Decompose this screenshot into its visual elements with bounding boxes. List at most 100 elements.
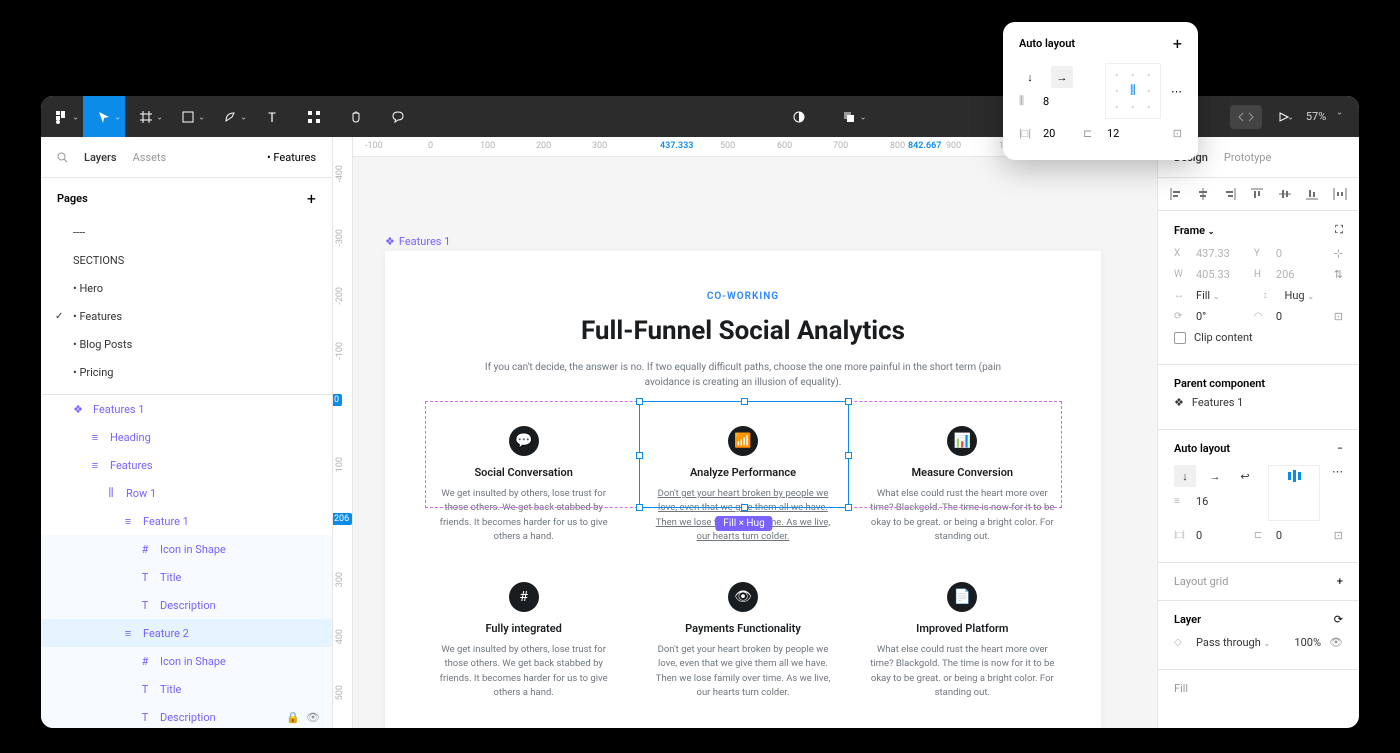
frame-tool[interactable]: ⌄ [125,96,167,137]
constrain-icon[interactable]: ⇅ [1334,268,1343,281]
position-lock-icon[interactable]: ⊹ [1334,247,1343,260]
rotation-value[interactable]: 0° [1196,310,1246,323]
feature-card-selected[interactable]: 📶Analyze PerformanceDon't get your heart… [644,418,841,552]
pen-tool[interactable]: ⌄ [209,96,251,137]
shape-tool[interactable]: ⌄ [167,96,209,137]
move-tool[interactable]: ⌄ [83,96,125,137]
frame-label[interactable]: ❖Features 1 [385,235,450,248]
layer-title[interactable]: TTitle [41,563,332,591]
page-item[interactable]: ---- [41,218,332,246]
layers-tab[interactable]: Layers [84,151,117,164]
page-item-selected[interactable]: • Features [41,302,332,330]
layer-icon-in-shape[interactable]: #Icon in Shape [41,647,332,675]
independent-corners-icon[interactable]: ⊡ [1334,310,1343,323]
gap-value[interactable]: 16 [1196,495,1256,508]
zoom-level[interactable]: 57% [1306,110,1326,123]
y-value[interactable]: 0 [1276,247,1326,260]
align-bottom-icon[interactable] [1306,188,1318,200]
direction-wrap-button[interactable]: ↩ [1234,465,1256,487]
padding-v-value[interactable]: 0 [1276,529,1326,542]
opacity-value[interactable]: 100% [1294,636,1321,649]
clip-content-checkbox[interactable] [1174,332,1186,344]
layer-heading[interactable]: ≡Heading [41,423,332,451]
comment-tool[interactable] [377,96,419,137]
radius-value[interactable]: 0 [1276,310,1326,323]
layer-feature2-selected[interactable]: ≡Feature 2 [41,619,332,647]
dev-mode-toggle[interactable] [1230,105,1262,129]
align-left-icon[interactable] [1170,188,1182,200]
feature-card[interactable]: 💬Social ConversationWe get insulted by o… [425,418,622,552]
layer-features[interactable]: ≡Features [41,451,332,479]
resources-tool[interactable] [293,96,335,137]
x-value[interactable]: 437.33 [1196,247,1246,260]
page-item[interactable]: SECTIONS [41,246,332,274]
independent-padding-icon[interactable]: ⊡ [1173,127,1182,140]
visibility-icon[interactable]: 👁 [306,711,320,724]
layer-title[interactable]: TTitle [41,675,332,703]
popup-more-icon[interactable]: ⋯ [1171,85,1182,98]
text-tool[interactable]: T [251,96,293,137]
feature-card[interactable]: #Fully integratedWe get insulted by othe… [425,574,622,708]
popup-direction-horizontal[interactable]: → [1051,66,1073,88]
prototype-tab[interactable]: Prototype [1224,151,1271,164]
resize-to-fit-icon[interactable]: ⛶ [1335,223,1343,237]
popup-add-icon[interactable]: + [1173,34,1182,53]
popup-padding-v-input[interactable] [1107,127,1137,140]
popup-alignment-preview[interactable]: ⦀ [1105,63,1161,119]
align-vcenter-icon[interactable] [1279,188,1291,200]
align-hcenter-icon[interactable] [1197,188,1209,200]
ruler-vertical: -400 -300 -200 -100 100 300 400 500 600 [333,137,353,728]
text-icon: T [138,682,152,696]
autolayout-icon: ≡ [121,514,135,528]
layer-icon-in-shape[interactable]: #Icon in Shape [41,535,332,563]
remove-autolayout-icon[interactable]: − [1337,442,1343,455]
layer-settings-icon[interactable]: ⟳ [1334,613,1343,626]
canvas[interactable]: -400 -300 -200 -100 100 300 400 500 600 … [333,137,1157,728]
parent-component-name[interactable]: Features 1 [1192,396,1244,409]
layer-description[interactable]: TDescription [41,591,332,619]
popup-gap-input[interactable] [1043,95,1073,108]
h-mode[interactable]: Hug ⌄ [1285,289,1344,302]
present-button[interactable]: ⌄ [1270,96,1298,137]
feature-card[interactable]: 📄Improved PlatformWhat else could rust t… [864,574,1061,708]
feature-card[interactable]: 📊Measure ConversionWhat else could rust … [864,418,1061,552]
add-layout-grid-icon[interactable]: + [1337,575,1343,588]
popup-direction-vertical[interactable]: ↓ [1019,66,1041,88]
file-name[interactable]: • Features [267,151,316,164]
main-menu-button[interactable]: ⌄ [41,96,83,137]
lock-icon[interactable]: 🔒 [286,711,300,724]
layer-frame[interactable]: ❖Features 1 [41,395,332,423]
layer-description[interactable]: TDescription🔒👁 [41,703,332,728]
alignment-bar [1158,178,1359,211]
direction-vertical-button[interactable]: ↓ [1174,465,1196,487]
gap-icon: ≡ [1174,496,1188,507]
layer-row1[interactable]: ⫼Row 1 [41,479,332,507]
direction-horizontal-button[interactable]: → [1204,465,1226,487]
feature-card[interactable]: 👁Payments FunctionalityDon't get your he… [644,574,841,708]
component-indicator[interactable]: ⌄ [828,96,870,137]
popup-padding-h-input[interactable] [1043,127,1073,140]
align-top-icon[interactable] [1251,188,1263,200]
independent-padding-icon[interactable]: ⊡ [1334,529,1343,542]
padding-h-value[interactable]: 0 [1196,529,1246,542]
assets-tab[interactable]: Assets [133,151,167,164]
artboard[interactable]: CO-WORKING Full-Funnel Social Analytics … [385,251,1101,728]
visibility-icon[interactable]: 👁 [1329,636,1343,649]
hand-tool[interactable] [335,96,377,137]
w-value[interactable]: 405.33 [1196,268,1246,281]
layer-feature1[interactable]: ≡Feature 1 [41,507,332,535]
search-icon[interactable] [57,152,68,163]
pages-heading: Pages [57,192,88,205]
autolayout-more-icon[interactable]: ⋯ [1332,465,1343,521]
w-mode[interactable]: Fill ⌄ [1196,289,1255,302]
page-item[interactable]: • Hero [41,274,332,302]
page-item[interactable]: • Pricing [41,358,332,386]
align-right-icon[interactable] [1224,188,1236,200]
distribute-icon[interactable] [1333,188,1347,200]
alignment-preview[interactable] [1268,465,1320,521]
add-page-button[interactable]: + [307,189,316,208]
page-item[interactable]: • Blog Posts [41,330,332,358]
h-value[interactable]: 206 [1276,268,1326,281]
theme-toggle[interactable] [778,96,820,137]
blend-mode[interactable]: Pass through ⌄ [1196,636,1286,649]
